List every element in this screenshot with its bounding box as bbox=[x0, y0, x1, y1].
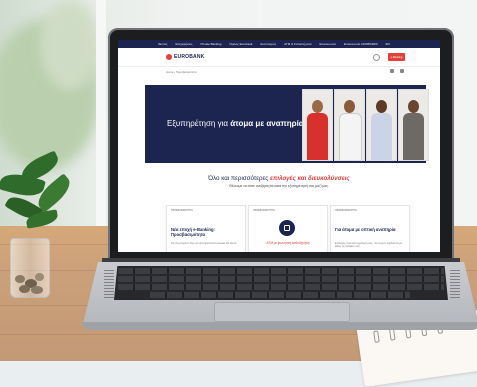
card-text: Επιλογές στην εξυπηρέτησή σας, που έχουν… bbox=[335, 242, 402, 249]
hero-banner: Εξυπηρέτηση για άτομα με αναπηρία bbox=[145, 85, 429, 163]
topbar-link[interactable]: EN bbox=[386, 42, 390, 46]
speaker-grille bbox=[104, 270, 114, 298]
print-icon[interactable] bbox=[390, 69, 394, 73]
card-text: Για να μπορούν όλοι να εξυπηρετούνται εύ… bbox=[171, 242, 237, 245]
key-row bbox=[118, 284, 444, 290]
key-row bbox=[118, 268, 444, 274]
info-card[interactable]: ΠΡΟΣΒΑΣΙΜΟΤΗΤΑ Για άτομα με οπτική αναπη… bbox=[330, 205, 410, 252]
hero-person-photo bbox=[398, 89, 429, 161]
key-row bbox=[118, 276, 444, 282]
speaker-grille bbox=[450, 270, 460, 298]
trackpad bbox=[214, 302, 350, 322]
hero-title: Εξυπηρέτηση για άτομα με αναπηρία bbox=[167, 119, 304, 128]
topbar-link[interactable]: Εντοπισμός bbox=[260, 42, 276, 46]
section-headline: Όλο και περισσότερες επιλογές και διευκο… bbox=[208, 175, 350, 182]
key-row bbox=[150, 292, 410, 298]
laptop-base-edge bbox=[82, 322, 477, 330]
page-actions bbox=[390, 69, 404, 73]
search-icon[interactable] bbox=[373, 54, 380, 61]
topbar-link[interactable]: Επιχειρήσεις bbox=[175, 42, 192, 46]
hero-person-photo bbox=[302, 89, 333, 161]
blurred-greenery bbox=[40, 0, 100, 90]
topbar-link[interactable]: Επικοινωνία bbox=[320, 42, 336, 46]
glass-jar bbox=[10, 238, 50, 298]
card-tag: ΠΡΟΣΒΑΣΙΜΟΤΗΤΑ bbox=[253, 209, 275, 212]
info-card[interactable]: ΠΡΟΣΒΑΣΙΜΟΤΗΤΑ Νέα εποχή e-Banking: Προσ… bbox=[166, 205, 246, 252]
laptop-screen: Ιδιώτες Επιχειρήσεις Private Banking Όμιλος… bbox=[118, 40, 440, 252]
breadcrumb[interactable]: Home › Προσβασιμότητα bbox=[166, 70, 197, 74]
eurobank-logo-icon bbox=[166, 54, 172, 60]
brand-name: EUROBANK bbox=[174, 54, 205, 60]
share-icon[interactable] bbox=[400, 69, 404, 73]
website-topbar: Ιδιώτες Επιχειρήσεις Private Banking Όμιλος… bbox=[118, 40, 440, 48]
section-subhead: Θέλουμε να είστε ανεξάρτητοι κατά την εξ… bbox=[229, 184, 329, 188]
hero-person-photo bbox=[334, 89, 365, 161]
info-card[interactable]: ΠΡΟΣΒΑΣΙΜΟΤΗΤΑ ATM με φωνητική καθοδήγησ… bbox=[248, 205, 328, 252]
topbar-link[interactable]: Όμιλος Eurobank bbox=[229, 42, 252, 46]
ebanking-button[interactable]: e-Banking bbox=[388, 53, 405, 61]
topbar-link[interactable]: Private Banking bbox=[200, 42, 221, 46]
topbar-link[interactable]: ATM & Καταστήματα bbox=[284, 42, 311, 46]
window-frame bbox=[96, 0, 106, 240]
card-title: Νέα εποχή e-Banking: Προσβασιμότητα bbox=[171, 227, 215, 237]
hero-person-photo bbox=[366, 89, 397, 161]
topbar-link[interactable]: Ιδιώτες bbox=[158, 42, 167, 46]
card-title: Για άτομα με οπτική αναπηρία bbox=[335, 227, 396, 232]
card-title: ATM με φωνητική καθοδήγηση bbox=[266, 241, 310, 245]
atm-icon bbox=[279, 220, 295, 236]
website-navbar: EUROBANK e-Banking bbox=[118, 48, 440, 67]
topbar-link[interactable]: Επικοινωνία 2109554000 bbox=[344, 42, 378, 46]
eurobank-logo[interactable]: EUROBANK bbox=[166, 54, 205, 60]
card-tag: ΠΡΟΣΒΑΣΙΜΟΤΗΤΑ bbox=[171, 209, 193, 212]
card-tag: ΠΡΟΣΒΑΣΙΜΟΤΗΤΑ bbox=[335, 209, 357, 212]
